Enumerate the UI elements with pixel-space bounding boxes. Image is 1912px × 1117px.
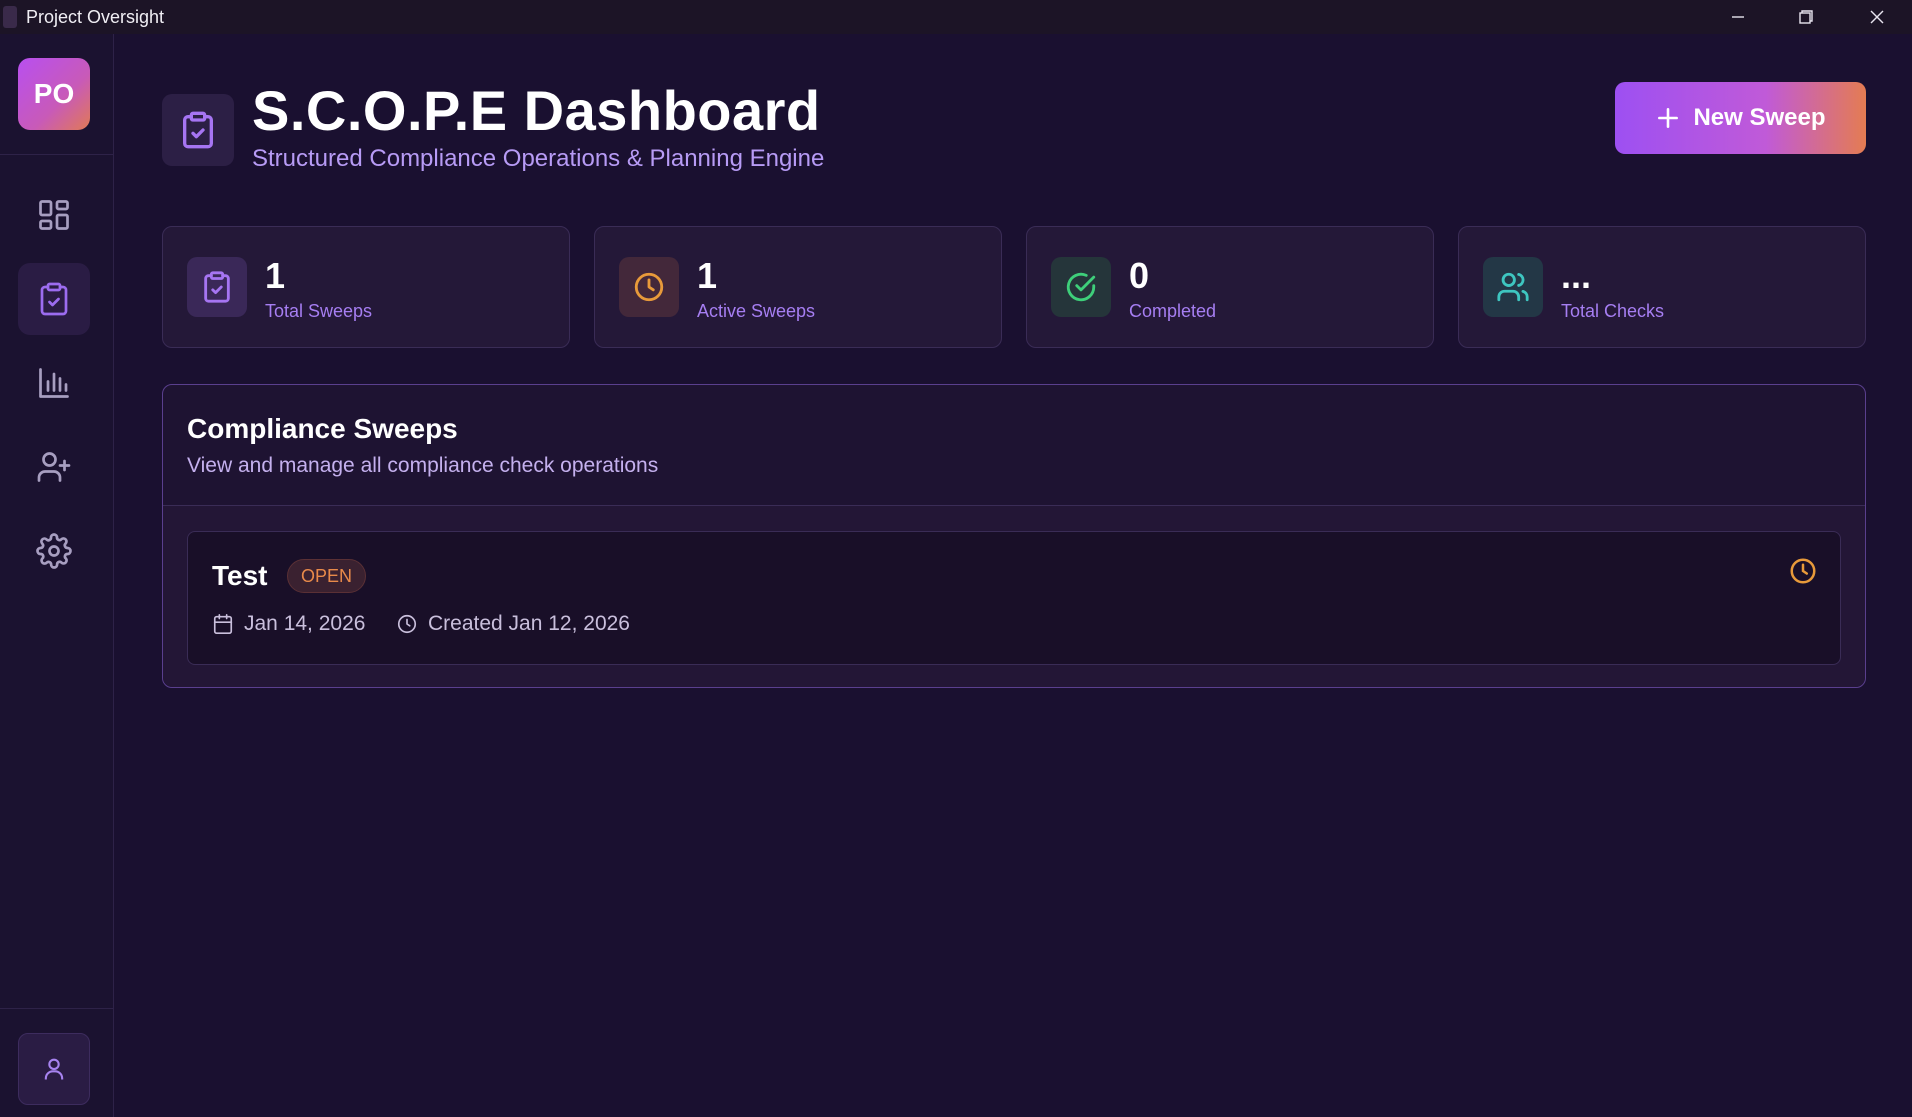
- user-plus-icon: [37, 452, 71, 482]
- panel-subtitle: View and manage all compliance check ope…: [187, 454, 659, 477]
- stat-label: Active Sweeps: [697, 301, 816, 321]
- clock-icon: [634, 272, 664, 302]
- gear-icon: [36, 533, 72, 569]
- sidebar-item-settings[interactable]: [18, 515, 90, 587]
- window-title: Project Oversight: [26, 6, 165, 27]
- title-bar: Project Oversight: [0, 0, 1912, 34]
- stat-label: Completed: [1129, 301, 1217, 321]
- stat-label: Total Sweeps: [265, 301, 373, 321]
- close-icon: [1870, 10, 1884, 24]
- created-date-text: Created Jan 12, 2026: [428, 612, 630, 635]
- stat-label: Total Checks: [1561, 301, 1665, 321]
- sidebar-item-analytics[interactable]: [18, 347, 90, 419]
- clipboard-check-icon: [40, 282, 68, 316]
- page-title: S.C.O.P.E Dashboard: [252, 79, 821, 142]
- stat-value: 1: [265, 255, 286, 296]
- sweep-name: Test: [212, 560, 268, 591]
- clock-icon: [1790, 558, 1816, 584]
- app-logo[interactable]: PO: [18, 58, 90, 130]
- bar-chart-icon: [39, 368, 69, 398]
- stat-icon-box: [619, 257, 679, 317]
- users-icon: [1497, 272, 1529, 302]
- compliance-sweeps-panel: Compliance Sweeps View and manage all co…: [162, 384, 1866, 688]
- sidebar-divider: [0, 1008, 113, 1009]
- clipboard-check-icon: [183, 111, 213, 149]
- clock-icon: [397, 614, 417, 634]
- sidebar: PO: [0, 34, 114, 1117]
- status-badge: OPEN: [287, 559, 367, 593]
- sidebar-item-dashboard[interactable]: [18, 179, 90, 251]
- stat-value: ...: [1561, 255, 1592, 296]
- minimize-icon: [1732, 16, 1744, 18]
- due-date-text: Jan 14, 2026: [244, 612, 366, 635]
- new-sweep-label: New Sweep: [1693, 104, 1826, 131]
- stat-card-active-sweeps: 1 Active Sweeps: [594, 226, 1002, 348]
- page-subtitle: Structured Compliance Operations & Plann…: [252, 145, 825, 172]
- header-icon: [162, 94, 234, 166]
- panel-body: Test OPEN Jan 14, 2026 Created Jan 12, 2…: [163, 506, 1865, 687]
- new-sweep-button[interactable]: New Sweep: [1615, 82, 1866, 154]
- sidebar-item-sweeps[interactable]: [18, 263, 90, 335]
- restore-icon: [1799, 10, 1813, 24]
- check-circle-icon: [1066, 272, 1096, 302]
- stat-card-total-checks: ... Total Checks: [1458, 226, 1866, 348]
- sweep-created-date: Created Jan 12, 2026: [396, 612, 630, 636]
- stat-value: 1: [697, 255, 718, 296]
- sweep-due-date: Jan 14, 2026: [212, 612, 365, 636]
- panel-header: Compliance Sweeps View and manage all co…: [163, 385, 1865, 506]
- stat-value: 0: [1129, 255, 1150, 296]
- restore-button[interactable]: [1771, 0, 1841, 34]
- stat-icon-box: [1483, 257, 1543, 317]
- calendar-icon: [213, 614, 233, 634]
- sweep-card[interactable]: Test OPEN Jan 14, 2026 Created Jan 12, 2…: [187, 531, 1841, 665]
- stat-card-total-sweeps: 1 Total Sweeps: [162, 226, 570, 348]
- sidebar-divider: [0, 154, 113, 155]
- panel-title: Compliance Sweeps: [187, 413, 458, 444]
- stat-card-completed: 0 Completed: [1026, 226, 1434, 348]
- app-icon: [3, 6, 17, 28]
- sidebar-item-users[interactable]: [18, 431, 90, 503]
- sweep-status-indicator: [1788, 556, 1818, 586]
- plus-icon: [1658, 108, 1679, 128]
- profile-button[interactable]: [18, 1033, 90, 1105]
- minimize-button[interactable]: [1703, 0, 1773, 34]
- close-button[interactable]: [1842, 0, 1912, 34]
- stat-icon-box: [187, 257, 247, 317]
- stat-icon-box: [1051, 257, 1111, 317]
- dashboard-grid-icon: [39, 200, 69, 230]
- clipboard-check-icon: [204, 271, 230, 303]
- user-icon: [44, 1058, 64, 1080]
